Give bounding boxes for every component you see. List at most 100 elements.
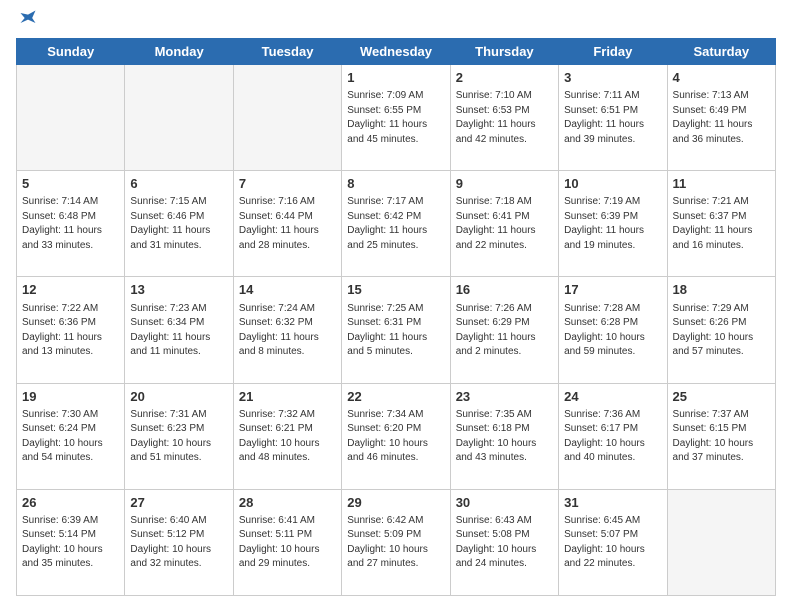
calendar-cell [233,65,341,171]
day-number: 2 [456,69,553,87]
calendar-cell: 27 Sunrise: 6:40 AM Sunset: 5:12 PM Dayli… [125,489,233,595]
day-number: 5 [22,175,119,193]
calendar-cell [667,489,775,595]
day-info: Sunrise: 7:19 AM Sunset: 6:39 PM Dayligh… [564,195,661,253]
day-number: 24 [564,388,661,406]
calendar-cell: 8Sunrise: 7:17 AM Sunset: 6:42 PM Daylig… [342,171,450,277]
col-sunday: Sunday [17,39,125,65]
calendar-cell: 22 Sunrise: 7:34 AM Sunset: 6:20 PM Dayli… [342,383,450,489]
calendar-cell: 29Sunrise: 6:42 AM Sunset: 5:09 PM Dayli… [342,489,450,595]
calendar-cell: 21 Sunrise: 7:32 AM Sunset: 6:21 PM Dayli… [233,383,341,489]
day-info: Sunrise: 7:15 AM Sunset: 6:46 PM Dayligh… [130,195,227,253]
logo [16,16,38,28]
day-info: Sunrise: 6:41 AM Sunset: 5:11 PM Dayligh… [239,514,336,572]
day-info: Sunrise: 7:32 AM Sunset: 6:21 PM Dayligh… [239,408,336,466]
day-number: 23 [456,388,553,406]
calendar-header-row: Sunday Monday Tuesday Wednesday Thursday… [17,39,776,65]
day-info: Sunrise: 7:22 AM Sunset: 6:36 PM Dayligh… [22,302,119,360]
day-number: 18 [673,281,770,299]
day-number: 11 [673,175,770,193]
day-info: Sunrise: 7:16 AM Sunset: 6:44 PM Dayligh… [239,195,336,253]
week-row-1: 1 Sunrise: 7:09 AM Sunset: 6:55 PM Daylig… [17,65,776,171]
calendar-cell: 14 Sunrise: 7:24 AM Sunset: 6:32 PM Dayli… [233,277,341,383]
day-number: 16 [456,281,553,299]
day-number: 31 [564,494,661,512]
day-number: 14 [239,281,336,299]
calendar-cell: 13 Sunrise: 7:23 AM Sunset: 6:34 PM Dayli… [125,277,233,383]
header [16,16,776,28]
col-monday: Monday [125,39,233,65]
calendar-cell: 15Sunrise: 7:25 AM Sunset: 6:31 PM Dayli… [342,277,450,383]
calendar-cell: 4 Sunrise: 7:13 AM Sunset: 6:49 PM Daylig… [667,65,775,171]
day-number: 30 [456,494,553,512]
day-info: Sunrise: 7:29 AM Sunset: 6:26 PM Dayligh… [673,302,770,360]
day-info: Sunrise: 7:35 AM Sunset: 6:18 PM Dayligh… [456,408,553,466]
day-info: Sunrise: 7:24 AM Sunset: 6:32 PM Dayligh… [239,302,336,360]
calendar-cell: 23 Sunrise: 7:35 AM Sunset: 6:18 PM Dayli… [450,383,558,489]
day-info: Sunrise: 7:21 AM Sunset: 6:37 PM Dayligh… [673,195,770,253]
col-tuesday: Tuesday [233,39,341,65]
calendar-cell: 1 Sunrise: 7:09 AM Sunset: 6:55 PM Daylig… [342,65,450,171]
day-info: Sunrise: 7:17 AM Sunset: 6:42 PM Dayligh… [347,195,444,253]
day-number: 3 [564,69,661,87]
day-info: Sunrise: 7:31 AM Sunset: 6:23 PM Dayligh… [130,408,227,466]
day-number: 22 [347,388,444,406]
calendar-cell: 12 Sunrise: 7:22 AM Sunset: 6:36 PM Dayli… [17,277,125,383]
day-info: Sunrise: 6:39 AM Sunset: 5:14 PM Dayligh… [22,514,119,572]
calendar-table: Sunday Monday Tuesday Wednesday Thursday… [16,38,776,596]
day-info: Sunrise: 6:42 AM Sunset: 5:09 PM Dayligh… [347,514,444,572]
day-info: Sunrise: 7:36 AM Sunset: 6:17 PM Dayligh… [564,408,661,466]
calendar-cell: 2 Sunrise: 7:10 AM Sunset: 6:53 PM Daylig… [450,65,558,171]
day-number: 17 [564,281,661,299]
calendar-cell: 26 Sunrise: 6:39 AM Sunset: 5:14 PM Dayli… [17,489,125,595]
day-info: Sunrise: 7:25 AM Sunset: 6:31 PM Dayligh… [347,302,444,360]
calendar-cell [125,65,233,171]
day-info: Sunrise: 7:09 AM Sunset: 6:55 PM Dayligh… [347,89,444,147]
col-friday: Friday [559,39,667,65]
day-info: Sunrise: 7:13 AM Sunset: 6:49 PM Dayligh… [673,89,770,147]
calendar-cell: 25Sunrise: 7:37 AM Sunset: 6:15 PM Dayli… [667,383,775,489]
col-thursday: Thursday [450,39,558,65]
calendar-cell: 6 Sunrise: 7:15 AM Sunset: 6:46 PM Daylig… [125,171,233,277]
day-info: Sunrise: 6:40 AM Sunset: 5:12 PM Dayligh… [130,514,227,572]
day-info: Sunrise: 7:34 AM Sunset: 6:20 PM Dayligh… [347,408,444,466]
day-number: 20 [130,388,227,406]
day-number: 10 [564,175,661,193]
calendar-cell: 30Sunrise: 6:43 AM Sunset: 5:08 PM Dayli… [450,489,558,595]
day-number: 21 [239,388,336,406]
col-wednesday: Wednesday [342,39,450,65]
calendar-cell: 17 Sunrise: 7:28 AM Sunset: 6:28 PM Dayli… [559,277,667,383]
calendar-cell: 31 Sunrise: 6:45 AM Sunset: 5:07 PM Dayli… [559,489,667,595]
calendar-cell: 16Sunrise: 7:26 AM Sunset: 6:29 PM Dayli… [450,277,558,383]
day-number: 6 [130,175,227,193]
day-info: Sunrise: 6:45 AM Sunset: 5:07 PM Dayligh… [564,514,661,572]
calendar-cell: 3 Sunrise: 7:11 AM Sunset: 6:51 PM Daylig… [559,65,667,171]
day-number: 28 [239,494,336,512]
week-row-5: 26 Sunrise: 6:39 AM Sunset: 5:14 PM Dayli… [17,489,776,595]
day-number: 12 [22,281,119,299]
page: Sunday Monday Tuesday Wednesday Thursday… [0,0,792,612]
day-number: 19 [22,388,119,406]
day-info: Sunrise: 7:11 AM Sunset: 6:51 PM Dayligh… [564,89,661,147]
day-info: Sunrise: 7:18 AM Sunset: 6:41 PM Dayligh… [456,195,553,253]
calendar-cell: 20 Sunrise: 7:31 AM Sunset: 6:23 PM Dayli… [125,383,233,489]
calendar-cell: 5 Sunrise: 7:14 AM Sunset: 6:48 PM Daylig… [17,171,125,277]
calendar-cell [17,65,125,171]
day-number: 1 [347,69,444,87]
day-info: Sunrise: 7:23 AM Sunset: 6:34 PM Dayligh… [130,302,227,360]
day-info: Sunrise: 7:10 AM Sunset: 6:53 PM Dayligh… [456,89,553,147]
day-info: Sunrise: 7:28 AM Sunset: 6:28 PM Dayligh… [564,302,661,360]
calendar-cell: 11 Sunrise: 7:21 AM Sunset: 6:37 PM Dayli… [667,171,775,277]
week-row-2: 5 Sunrise: 7:14 AM Sunset: 6:48 PM Daylig… [17,171,776,277]
calendar-cell: 18 Sunrise: 7:29 AM Sunset: 6:26 PM Dayli… [667,277,775,383]
day-number: 25 [673,388,770,406]
calendar-cell: 9 Sunrise: 7:18 AM Sunset: 6:41 PM Daylig… [450,171,558,277]
day-number: 13 [130,281,227,299]
day-number: 27 [130,494,227,512]
day-number: 4 [673,69,770,87]
day-info: Sunrise: 7:14 AM Sunset: 6:48 PM Dayligh… [22,195,119,253]
day-number: 9 [456,175,553,193]
calendar-cell: 10 Sunrise: 7:19 AM Sunset: 6:39 PM Dayli… [559,171,667,277]
week-row-3: 12 Sunrise: 7:22 AM Sunset: 6:36 PM Dayli… [17,277,776,383]
day-number: 26 [22,494,119,512]
